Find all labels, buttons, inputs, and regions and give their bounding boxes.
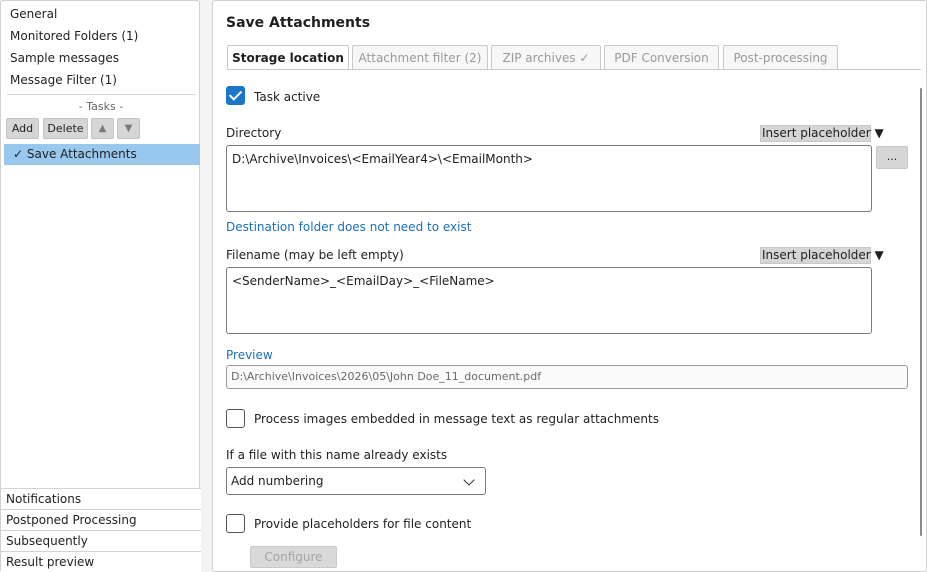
tab-attachment-filter[interactable]: Attachment filter (2)	[352, 45, 488, 70]
page-title: Save Attachments	[226, 15, 371, 31]
move-up-icon[interactable]: ▲	[91, 118, 114, 139]
sidebar-item-postponed-processing[interactable]: Postponed Processing	[1, 509, 201, 530]
main-panel: Save Attachments Storage location Attach…	[212, 0, 927, 572]
task-item-save-attachments[interactable]: ✓ Save Attachments	[4, 144, 200, 165]
sidebar-item-notifications[interactable]: Notifications	[1, 488, 201, 509]
scrollbar[interactable]	[920, 88, 922, 536]
divider	[7, 94, 196, 95]
embedded-images-checkbox[interactable]	[226, 409, 245, 428]
sidebar-item-monitored-folders[interactable]: Monitored Folders (1)	[10, 29, 138, 43]
filename-label: Filename (may be left empty)	[226, 248, 404, 262]
file-exists-label: If a file with this name already exists	[226, 448, 448, 462]
sidebar: General Monitored Folders (1) Sample mes…	[0, 0, 201, 572]
sidebar-item-general[interactable]: General	[10, 7, 57, 21]
tab-zip-archives[interactable]: ZIP archives ✓	[491, 45, 601, 70]
file-exists-select[interactable]: Add numbering	[226, 467, 486, 495]
sidebar-item-sample-messages[interactable]: Sample messages	[10, 51, 119, 65]
directory-label: Directory	[226, 126, 282, 140]
delete-task-button[interactable]: Delete	[43, 118, 88, 139]
file-exists-value: Add numbering	[231, 474, 324, 488]
preview-field: D:\Archive\Invoices\2026\05\John Doe_11_…	[226, 365, 908, 389]
file-content-placeholders-checkbox[interactable]	[226, 514, 245, 533]
configure-button[interactable]: Configure	[250, 546, 337, 568]
tab-storage-location[interactable]: Storage location	[227, 45, 349, 70]
browse-button[interactable]: ...	[876, 146, 908, 169]
sidebar-item-subsequently[interactable]: Subsequently	[1, 530, 201, 551]
directory-note: Destination folder does not need to exis…	[226, 220, 472, 234]
filename-insert-placeholder-button[interactable]: Insert placeholder ▼	[760, 247, 884, 264]
directory-insert-placeholder-button[interactable]: Insert placeholder ▼	[760, 125, 884, 142]
chevron-down-icon	[463, 474, 475, 486]
move-down-icon[interactable]: ▼	[117, 118, 140, 139]
task-item-label: ✓ Save Attachments	[13, 147, 137, 161]
directory-input[interactable]: D:\Archive\Invoices\<EmailYear4>\<EmailM…	[226, 145, 872, 212]
embedded-images-label: Process images embedded in message text …	[254, 412, 659, 426]
sidebar-item-result-preview[interactable]: Result preview	[1, 551, 201, 572]
tab-pdf-conversion[interactable]: PDF Conversion	[604, 45, 719, 70]
sidebar-item-message-filter[interactable]: Message Filter (1)	[10, 73, 117, 87]
preview-label: Preview	[226, 348, 273, 362]
task-active-label: Task active	[254, 90, 321, 104]
filename-input[interactable]: <SenderName>_<EmailDay>_<FileName>	[226, 267, 872, 334]
tasks-label: - Tasks -	[78, 100, 124, 113]
file-content-placeholders-label: Provide placeholders for file content	[254, 517, 472, 531]
task-active-checkbox[interactable]	[226, 86, 245, 105]
tab-divider	[227, 69, 921, 70]
add-task-button[interactable]: Add	[6, 118, 39, 139]
tab-post-processing[interactable]: Post-processing	[723, 45, 838, 70]
